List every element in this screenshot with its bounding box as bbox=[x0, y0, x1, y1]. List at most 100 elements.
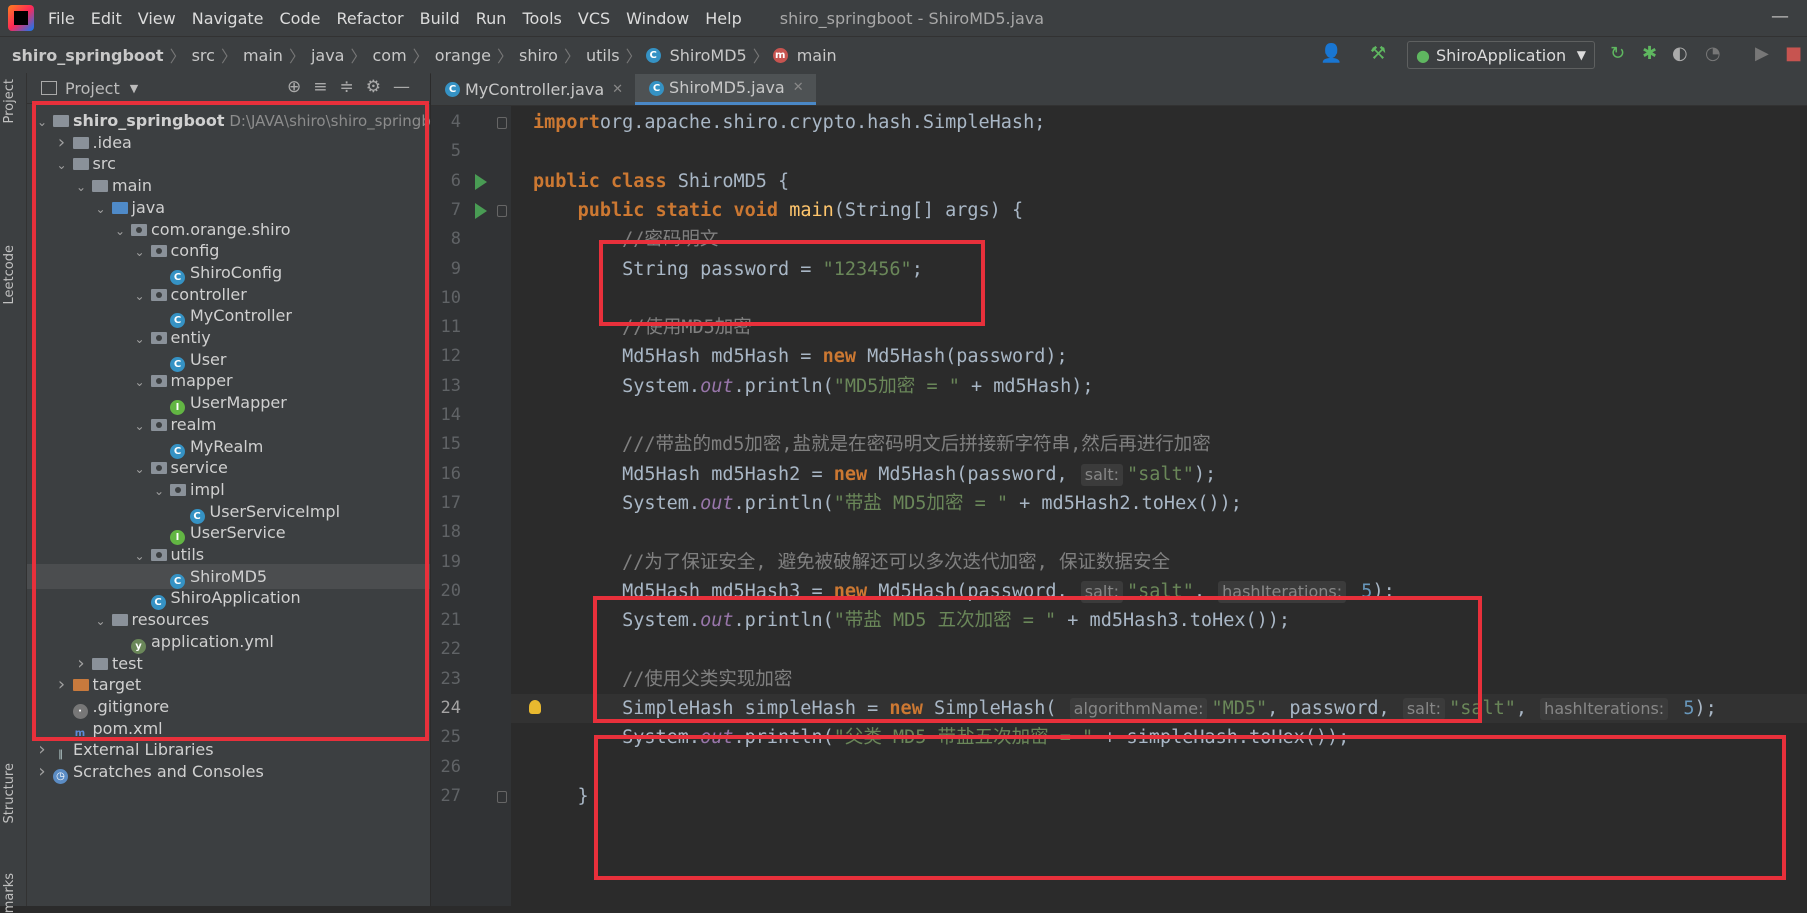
keyword-token: public static void bbox=[577, 199, 790, 221]
code-token: , bbox=[1193, 580, 1217, 602]
tab-mycontroller-java[interactable]: C MyController.java ✕ bbox=[431, 74, 635, 105]
code-token: .println( bbox=[733, 375, 834, 397]
breadcrumb-item[interactable]: orange bbox=[431, 46, 495, 65]
code-line: public static void main(String[] args) { bbox=[511, 196, 1807, 225]
menu-item-file[interactable]: File bbox=[40, 9, 83, 28]
menu-item-window[interactable]: Window bbox=[618, 9, 697, 28]
chevron-right-icon[interactable]: › bbox=[33, 759, 51, 784]
keyword-token: new bbox=[833, 580, 879, 602]
fold-icon[interactable] bbox=[497, 790, 507, 803]
code-line: SimpleHash simpleHash = new SimpleHash( … bbox=[511, 694, 1807, 723]
line-number: 12 bbox=[440, 346, 461, 367]
code-editor[interactable]: importorg.apache.shiro.crypto.hash.Simpl… bbox=[511, 106, 1807, 906]
line-number: 20 bbox=[440, 580, 461, 601]
tree-item-label: pom.xml bbox=[92, 718, 163, 738]
run-gutter-icon[interactable] bbox=[475, 173, 487, 190]
breadcrumb-item[interactable]: java bbox=[307, 46, 349, 65]
menu-item-tools[interactable]: Tools bbox=[514, 9, 569, 28]
breadcrumb-item[interactable]: ShiroMD5 bbox=[666, 46, 751, 65]
project-panel-title[interactable]: Project bbox=[65, 79, 120, 98]
menu-item-build[interactable]: Build bbox=[412, 9, 468, 28]
breadcrumb-item[interactable]: utils bbox=[582, 46, 624, 65]
folder-icon bbox=[53, 115, 69, 127]
bookmarks-tool-tab[interactable]: marks bbox=[2, 873, 17, 913]
run-gutter-icon[interactable] bbox=[475, 202, 487, 219]
code-line: System.out.println("带盐 MD5 五次加密 = " + md… bbox=[511, 606, 1807, 635]
tree-item-label: com.orange.shiro bbox=[151, 219, 291, 239]
line-number: 10 bbox=[440, 287, 461, 308]
code-token: Md5Hash md5Hash = bbox=[533, 346, 823, 368]
line-number: 18 bbox=[440, 522, 461, 543]
code-token: org.apache.shiro.crypto.hash.SimpleHash; bbox=[599, 112, 1046, 133]
tree-item-label: test bbox=[112, 653, 143, 673]
leetcode-tool-tab[interactable]: Leetcode bbox=[2, 245, 17, 304]
code-token: , password, bbox=[1267, 698, 1401, 719]
intellij-logo-icon bbox=[8, 5, 34, 31]
menu-item-help[interactable]: Help bbox=[697, 9, 749, 28]
code-line: //为了保证安全, 避免被破解还可以多次迭代加密, 保证数据安全 bbox=[511, 548, 1807, 577]
breadcrumb-item[interactable]: com bbox=[369, 46, 411, 65]
breadcrumb-item[interactable]: main bbox=[239, 46, 287, 65]
run-icon[interactable]: ▶ bbox=[1755, 43, 1769, 64]
structure-tool-tab[interactable]: Structure bbox=[2, 763, 17, 823]
parameter-hint: hashIterations: bbox=[1540, 698, 1669, 720]
menu-item-run[interactable]: Run bbox=[468, 9, 515, 28]
build-hammer-icon[interactable]: ⚒ bbox=[1370, 43, 1386, 64]
line-number: 24 bbox=[440, 698, 461, 718]
code-token: SimpleHash( bbox=[933, 698, 1068, 719]
menu-item-view[interactable]: View bbox=[130, 9, 184, 28]
debug-icon[interactable]: ✱ bbox=[1642, 43, 1657, 64]
minimize-icon[interactable]: — bbox=[1771, 6, 1789, 27]
rerun-icon[interactable]: ↻ bbox=[1610, 43, 1625, 64]
code-token: (String[] args) { bbox=[833, 199, 1024, 221]
run-configuration-dropdown[interactable]: ● ShiroApplication ▼ bbox=[1407, 41, 1595, 69]
comment-token: ///带盐的md5加密,盐就是在密码明文后拼接新字符串,然后再进行加密 bbox=[622, 434, 1211, 456]
fold-icon[interactable] bbox=[497, 204, 507, 217]
string-token: "父类 MD5 带盐五次加密 = " bbox=[833, 727, 1094, 749]
breadcrumb-separator-icon: 〉 bbox=[350, 47, 367, 66]
menu-item-navigate[interactable]: Navigate bbox=[184, 9, 272, 28]
profile-icon[interactable]: ◔ bbox=[1705, 43, 1721, 64]
line-number: 21 bbox=[440, 610, 461, 631]
close-icon[interactable]: ✕ bbox=[612, 74, 623, 105]
tree-item[interactable]: › ◷ Scratches and Consoles bbox=[27, 759, 430, 784]
class-icon: C bbox=[445, 82, 460, 97]
coverage-icon[interactable]: ◐ bbox=[1672, 43, 1688, 64]
code-line: //使用父类实现加密 bbox=[511, 665, 1807, 694]
breadcrumb-item[interactable]: shiro bbox=[515, 46, 562, 65]
breadcrumb-item[interactable]: src bbox=[188, 46, 219, 65]
menu-item-vcs[interactable]: VCS bbox=[570, 9, 618, 28]
package-icon bbox=[150, 245, 167, 258]
code-token: Md5Hash(password, bbox=[878, 463, 1079, 485]
parameter-hint: salt: bbox=[1080, 463, 1124, 486]
breadcrumb-item[interactable]: shiro_springboot bbox=[8, 46, 168, 65]
tree-item-label: Scratches and Consoles bbox=[73, 762, 264, 781]
chevron-down-icon[interactable]: ▼ bbox=[130, 82, 138, 95]
string-token: "123456" bbox=[822, 258, 912, 280]
project-tool-tab[interactable]: Project bbox=[2, 79, 17, 123]
code-line: String password = "123456"; bbox=[511, 255, 1807, 284]
menu-item-code[interactable]: Code bbox=[272, 9, 329, 28]
string-token: "salt" bbox=[1127, 580, 1194, 602]
code-token: ; bbox=[911, 258, 923, 280]
package-icon bbox=[150, 418, 167, 431]
lightbulb-icon[interactable] bbox=[529, 700, 541, 714]
menu-bar: File Edit View Navigate Code Refactor Build Run… bbox=[0, 0, 1807, 36]
tab-shiromd5-java[interactable]: C ShiroMD5.java ✕ bbox=[635, 74, 816, 105]
breadcrumb-item[interactable]: main bbox=[793, 46, 841, 65]
line-number: 7 bbox=[450, 199, 461, 220]
fold-icon[interactable] bbox=[497, 117, 507, 129]
tree-item-label: shiro_springboot bbox=[73, 111, 225, 130]
menu-item-refactor[interactable]: Refactor bbox=[328, 9, 411, 28]
tree-item-label: utils bbox=[170, 545, 205, 564]
number-token: 5 bbox=[1350, 580, 1373, 602]
package-icon bbox=[150, 462, 167, 475]
user-icon[interactable]: 👤 bbox=[1320, 43, 1342, 64]
tree-item-label: src bbox=[92, 154, 116, 174]
close-icon[interactable]: ✕ bbox=[793, 74, 804, 102]
stop-icon[interactable]: ■ bbox=[1785, 43, 1802, 64]
code-token: System. bbox=[533, 727, 701, 749]
menu-item-edit[interactable]: Edit bbox=[83, 9, 130, 28]
panel-toolbar-icons[interactable]: ⊕≡≑⚙— bbox=[287, 77, 422, 97]
